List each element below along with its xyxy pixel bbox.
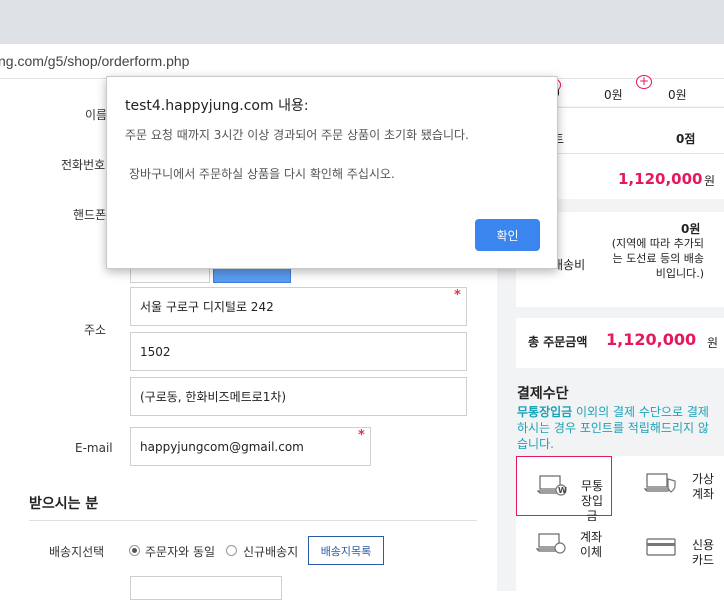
point-value: 0점 (676, 132, 696, 146)
dialog-title: test4.happyjung.com 내용: (125, 98, 309, 114)
receiver-name-input[interactable] (130, 576, 282, 600)
grand-total-card: 총 주문금액 1,120,000 원 (516, 318, 724, 368)
address-line1-value: 서울 구로구 디지털로 242 (140, 300, 274, 314)
radio-new-address[interactable] (226, 545, 237, 556)
email-input[interactable]: happyjungcom@gmail.com (130, 427, 371, 466)
email-label: E-mail (75, 441, 113, 455)
phone-label: 전화번호 (61, 158, 106, 172)
col2-value: 0원 (604, 88, 623, 102)
won-badge-icon: W (558, 486, 567, 495)
mobile-label: 핸드폰 (73, 208, 107, 222)
address-line1-input[interactable]: 서울 구로구 디지털로 242 (130, 287, 467, 326)
total-won: 원 (704, 174, 716, 188)
address-label: 주소 (84, 323, 107, 337)
address-bar[interactable]: ng.com/g5/shop/orderform.php (0, 44, 724, 79)
dialog-message-line2: 장바구니에서 주문하실 상품을 다시 확인해 주십시오. (129, 167, 395, 181)
pay-method-label: 신용카드 (691, 538, 715, 567)
email-value: happyjungcom@gmail.com (140, 439, 304, 454)
pay-bank-transfer[interactable]: 계좌이체 (516, 516, 612, 576)
payment-notice-highlight: 무통장입금 (517, 405, 573, 419)
dialog-message-line1: 주문 요청 때까지 3시간 이상 경과되어 주문 상품이 초기화 됐습니다. (125, 128, 469, 142)
address-text: ng.com/g5/shop/orderform.php (0, 53, 190, 69)
dialog-ok-button[interactable]: 확인 (475, 219, 540, 251)
shipping-value: 0원 (681, 222, 701, 236)
browser-tab-strip (0, 0, 724, 44)
address-line2-value: 1502 (140, 344, 171, 359)
radio-new-label: 신규배송지 (243, 545, 299, 559)
shield-laptop-icon (644, 473, 676, 493)
laptop-icon (536, 533, 566, 554)
name-label: 이름 (85, 108, 108, 122)
address-line3-value: (구로동, 한화비즈메트로1차) (140, 390, 287, 404)
pay-method-label: 가상계좌 (691, 472, 715, 501)
address-list-button[interactable]: 배송지목록 (308, 536, 384, 565)
payment-notice: 무통장입금 이외의 결제 수단으로 결제하시는 경우 포인트를 적립해드리지 않… (517, 404, 717, 452)
grand-total-won: 원 (707, 336, 719, 350)
address-line2-input[interactable]: 1502 (130, 332, 467, 371)
delivery-select-label: 배송지선택 (49, 545, 105, 559)
grand-total-label: 총 주문금액 (528, 335, 588, 349)
radio-same-label: 주문자와 동일 (145, 545, 216, 559)
required-mark: * (454, 288, 461, 303)
section-divider (29, 520, 477, 521)
pay-method-label: 계좌이체 (579, 530, 603, 559)
pay-virtual-account[interactable]: 가상계좌 (620, 456, 724, 516)
radio-same-as-orderer[interactable] (129, 545, 140, 556)
pay-credit-card[interactable]: 신용카드 (620, 516, 724, 576)
payment-section-title: 결제수단 (517, 386, 569, 402)
required-mark: * (358, 428, 365, 443)
shipping-note: (지역에 따라 추가되는 도선료 등의 배송비입니다.) (611, 237, 704, 280)
grand-total-value: 1,120,000 (606, 330, 697, 349)
credit-card-icon (646, 538, 676, 556)
receiver-section-title: 받으시는 분 (29, 496, 99, 512)
total-value: 1,120,000 (618, 170, 703, 188)
pay-bank-deposit[interactable]: W 무통장입금 (516, 456, 612, 523)
plus-icon: + (636, 75, 652, 89)
payment-methods: W 무통장입금 가상계좌 계좌이체 신용카드 (516, 456, 724, 591)
col3-value: 0원 (668, 88, 687, 102)
alert-dialog: test4.happyjung.com 내용: 주문 요청 때까지 3시간 이상… (106, 76, 558, 269)
address-line3-input[interactable]: (구로동, 한화비즈메트로1차) (130, 377, 467, 416)
